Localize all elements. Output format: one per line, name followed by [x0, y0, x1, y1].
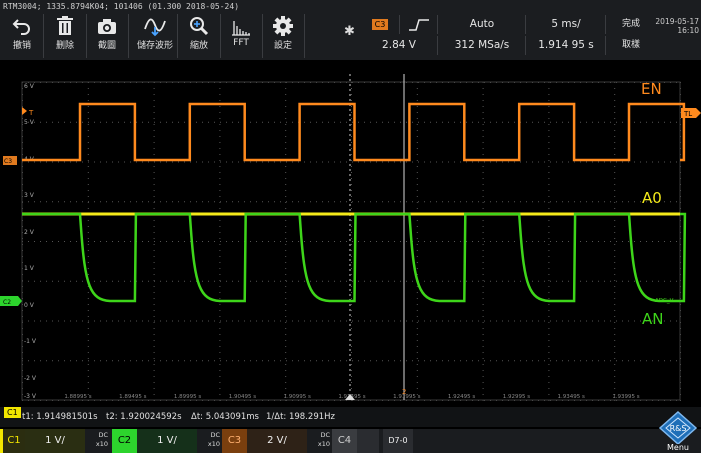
time-tick-label: 1.93995 s	[612, 394, 639, 400]
horizontal-position[interactable]: 1.914 95 s	[525, 36, 606, 55]
settings-button[interactable]: 設定	[263, 15, 303, 57]
channel-c2[interactable]: C2 1 V/ DC x10	[112, 429, 222, 453]
instrument-title: RTM3004; 1335.8794K04; 101406 (01.300 20…	[3, 2, 240, 11]
y-scale-label: -3 V	[24, 393, 37, 400]
y-scale-label: 3 V	[24, 192, 35, 199]
y-scale-label: -1 V	[24, 338, 37, 345]
cursor-2-label: 2	[402, 388, 406, 396]
trigger-marker-icon[interactable]: ✱	[344, 24, 355, 39]
gear-icon	[273, 16, 293, 36]
top-toolbar: RTM3004; 1335.8794K04; 101406 (01.300 20…	[0, 0, 701, 60]
menu-icon: R&S	[658, 410, 698, 446]
cursor-t1: t1: 1.914981501s	[22, 412, 98, 422]
label-adc: ADC_V	[655, 298, 674, 304]
acquisition-mode[interactable]: 取樣	[605, 36, 656, 55]
delete-button[interactable]: 删除	[45, 15, 85, 57]
c2-offset-label: C2	[3, 299, 11, 306]
menu-button[interactable]: R&S Menu	[656, 410, 700, 453]
trigger-marker	[22, 107, 27, 115]
cursor-frequency: 1/Δt: 198.291Hz	[266, 412, 335, 422]
rising-edge-icon	[409, 19, 429, 31]
datetime: 2019-05-17 16:10	[655, 17, 699, 35]
time-tick-label: 1.89495 s	[119, 394, 146, 400]
label-en: EN	[641, 80, 662, 98]
zoom-icon	[190, 17, 209, 36]
undo-button[interactable]: 撤销	[2, 15, 42, 57]
trigger-marker-label: T	[28, 109, 34, 117]
time-tick-label: 1.92995 s	[503, 394, 530, 400]
channel-c3[interactable]: C3 2 V/ DC x10	[222, 429, 332, 453]
time-tick-label: 1.91995 s	[393, 394, 420, 400]
fft-icon	[232, 21, 250, 36]
acquisition-panel: C3 Auto 5 ms/ 完成 2.84 V 312 MSa/s 1.914 …	[361, 15, 701, 59]
channel-c1[interactable]: C1 1 V/ DC x10	[0, 429, 110, 453]
cursor-t2: t2: 1.920024592s	[106, 412, 182, 422]
waveform-canvas: 6 V5 V4 V3 V2 V1 V0 V-1 V-2 V-3 V 1.88995…	[0, 74, 701, 401]
channel-c4[interactable]: C4	[332, 429, 382, 453]
label-a0: A0	[642, 189, 662, 207]
cursor-measurement-bar[interactable]: C1 t1: 1.914981501s t2: 1.920024592s Δt:…	[0, 407, 701, 427]
y-scale-label: 1 V	[24, 265, 35, 272]
y-scale-label: 2 V	[24, 229, 35, 236]
time-tick-label: 1.92495 s	[448, 394, 475, 400]
cursor-delta: Δt: 5.043091ms	[191, 412, 259, 422]
svg-text:R&S: R&S	[670, 424, 687, 433]
trigger-mode[interactable]: Auto	[437, 15, 526, 34]
channel-bar: C1 1 V/ DC x10 C2 1 V/ DC x10 C3 2 V/ DC x1…	[0, 429, 701, 453]
y-scale-label: 5 V	[24, 119, 35, 126]
y-scale-label: 6 V	[24, 83, 35, 90]
y-scale-label: 0 V	[24, 302, 35, 309]
save-waveform-button[interactable]: 儲存波形	[132, 15, 178, 57]
time-tick-label: 1.89995 s	[174, 394, 201, 400]
trigger-level-label: TL	[683, 110, 692, 118]
zoom-button[interactable]: 縮放	[179, 15, 219, 57]
c3-offset-label: C3	[4, 158, 12, 165]
timebase[interactable]: 5 ms/	[525, 15, 606, 34]
trace-en	[22, 102, 686, 162]
trigger-level[interactable]: 2.84 V	[361, 36, 437, 55]
time-tick-label: 1.90495 s	[229, 394, 256, 400]
trigger-source[interactable]: C3	[361, 15, 399, 34]
time-tick-label: 1.93495 s	[558, 394, 585, 400]
label-an: AN	[642, 310, 663, 328]
trace-an	[22, 212, 687, 303]
undo-icon	[12, 19, 30, 35]
run-state[interactable]: 完成	[605, 15, 656, 34]
time-tick-label: 1.90995 s	[284, 394, 311, 400]
save-waveform-icon	[144, 18, 166, 37]
sample-rate: 312 MSa/s	[437, 36, 526, 55]
waveform-display[interactable]: 6 V5 V4 V3 V2 V1 V0 V -1 V -2 V -3 V 1.88995…	[0, 60, 701, 405]
fft-button[interactable]: FFT	[221, 15, 261, 57]
digital-channels[interactable]: D7-0	[383, 429, 438, 453]
trash-icon	[57, 16, 73, 35]
y-scale-label: -2 V	[24, 375, 37, 382]
time-tick-label: 1.88995 s	[64, 394, 91, 400]
trigger-edge[interactable]	[399, 15, 438, 34]
camera-icon	[98, 19, 116, 34]
screenshot-button[interactable]: 截圖	[87, 15, 127, 57]
